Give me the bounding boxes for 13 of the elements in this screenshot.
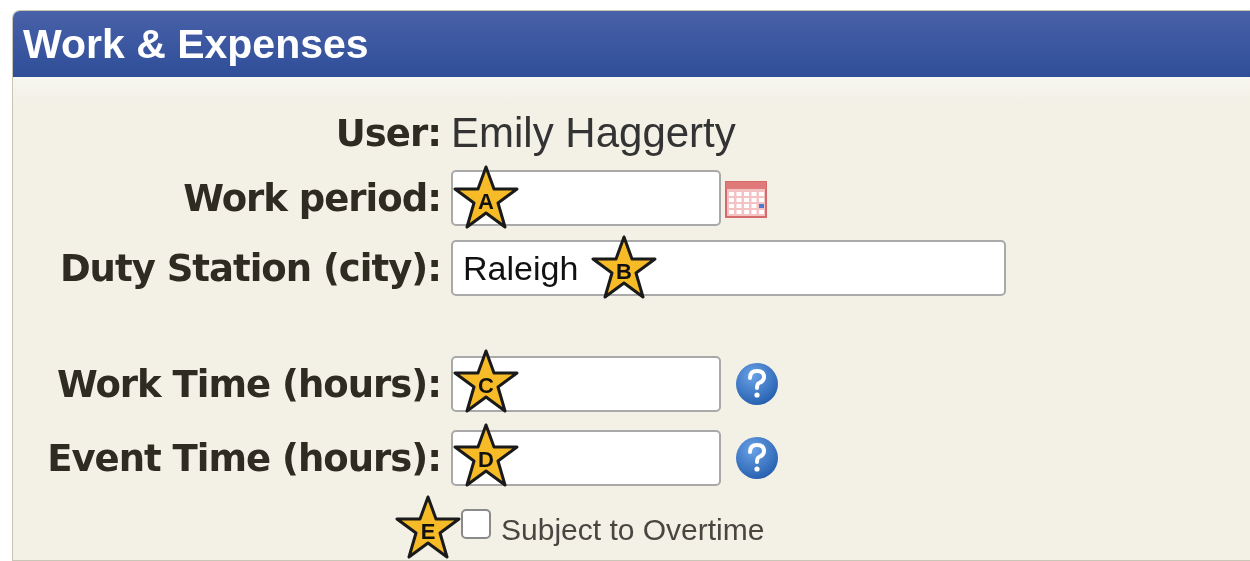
field-label: User: [335,111,441,155]
panel-title: Work & Expenses [23,20,369,68]
callout-letter: D [478,447,494,473]
callout-letter: E [420,519,436,545]
callout-letter: C [478,373,494,399]
field-label: Work Time (hours): [56,362,441,406]
field-label: Event Time (hours): [47,436,441,480]
callout-letter: A [478,189,494,215]
user-name: Emily Haggerty [451,109,736,157]
field-label: Work period: [183,176,441,220]
callout-letter: B [616,259,632,285]
field-label: Duty Station (city): [59,246,441,290]
checkbox-label: Subject to Overtime [501,513,765,547]
